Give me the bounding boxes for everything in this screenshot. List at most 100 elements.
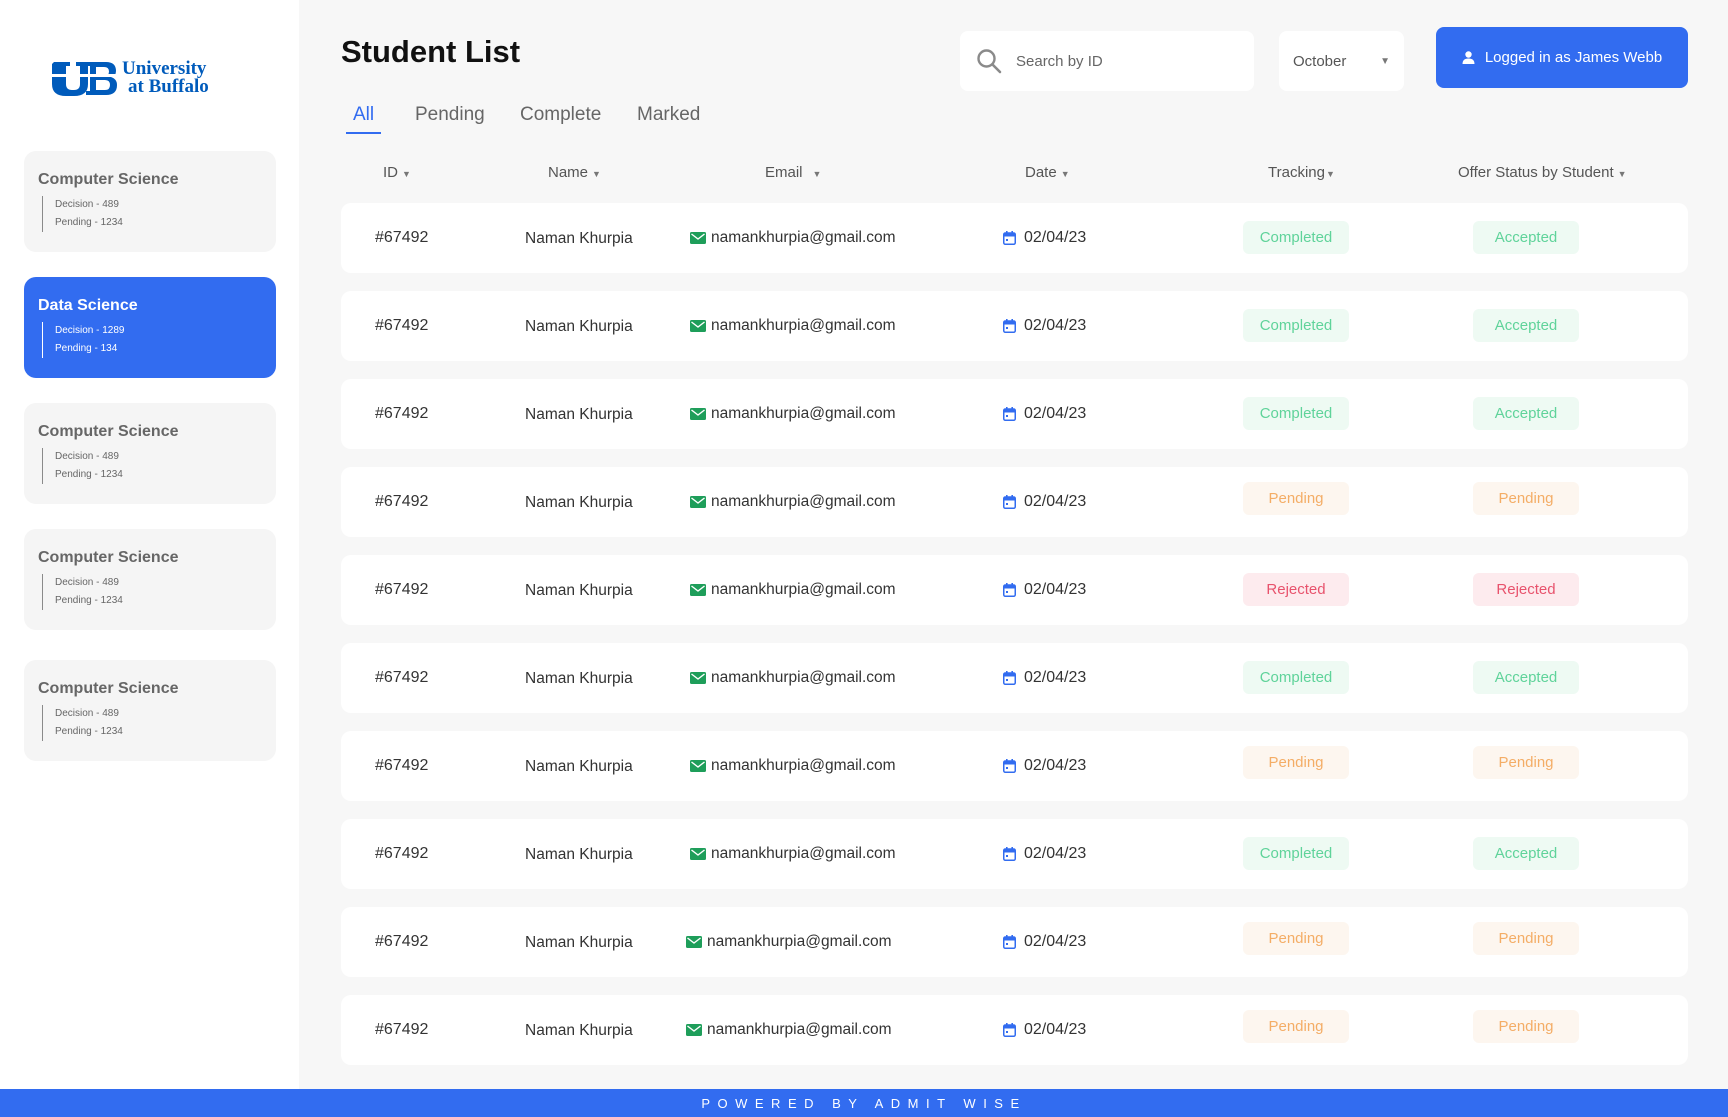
tracking-status-badge: Completed <box>1243 397 1349 430</box>
column-header-label: Email <box>765 164 803 181</box>
tracking-status-badge: Completed <box>1243 837 1349 870</box>
student-email[interactable]: namankhurpia@gmail.com <box>686 907 892 977</box>
tab-complete[interactable]: Complete <box>520 104 601 132</box>
tab-all[interactable]: All <box>346 104 382 134</box>
tracking-status-badge: Completed <box>1243 309 1349 342</box>
column-header-label: Offer Status by Student <box>1458 164 1614 181</box>
student-email[interactable]: namankhurpia@gmail.com <box>690 291 896 361</box>
footer: POWERED BY ADMIT WISE <box>0 1089 1728 1117</box>
application-date: 02/04/23 <box>1003 643 1086 713</box>
column-header-label: Date <box>1025 164 1057 181</box>
sidebar-item-computer-science[interactable]: Computer Science Decision - 489 Pending … <box>24 403 276 504</box>
offer-status-badge: Accepted <box>1473 397 1579 430</box>
application-date-text: 02/04/23 <box>1024 405 1087 422</box>
student-id: #67492 <box>375 1021 429 1038</box>
table-row[interactable]: #67492 Naman Khurpia namankhurpia@gmail.co… <box>341 467 1688 537</box>
column-header-date[interactable]: Date ▼ <box>1025 164 1070 181</box>
sidebar-item-computer-science[interactable]: Computer Science Decision - 489 Pending … <box>24 529 276 630</box>
sidebar-item-computer-science[interactable]: Computer Science Decision - 489 Pending … <box>24 660 276 761</box>
calendar-icon <box>1003 847 1016 861</box>
tracking-status-badge: Completed <box>1243 221 1349 254</box>
student-name: Naman Khurpia <box>525 318 633 335</box>
column-header-name[interactable]: Name ▼ <box>548 164 601 181</box>
ub-logo-icon <box>52 62 118 96</box>
student-email[interactable]: namankhurpia@gmail.com <box>690 731 896 801</box>
sidebar-item-data-science[interactable]: Data Science Decision - 1289 Pending - 1… <box>24 277 276 378</box>
calendar-icon <box>1003 1023 1016 1037</box>
dept-decision-count: Decision - 489 <box>55 708 119 719</box>
search-icon <box>977 49 1002 74</box>
table-row[interactable]: #67492 Naman Khurpia namankhurpia@gmail.co… <box>341 291 1688 361</box>
search-box[interactable] <box>960 31 1254 91</box>
dept-decision-count: Decision - 489 <box>55 577 119 588</box>
student-email-text: namankhurpia@gmail.com <box>711 317 896 334</box>
dept-title: Data Science <box>38 297 138 314</box>
university-logo[interactable]: University at Buffalo <box>52 58 209 98</box>
student-name: Naman Khurpia <box>525 1022 633 1039</box>
student-id: #67492 <box>375 405 429 422</box>
logged-in-label: Logged in as James Webb <box>1484 49 1663 66</box>
student-email[interactable]: namankhurpia@gmail.com <box>690 203 896 273</box>
dept-pending-count: Pending - 1234 <box>55 217 123 228</box>
student-email-text: namankhurpia@gmail.com <box>711 845 896 862</box>
dept-decision-count: Decision - 489 <box>55 199 119 210</box>
student-email[interactable]: namankhurpia@gmail.com <box>690 379 896 449</box>
student-id: #67492 <box>375 581 429 598</box>
powered-by-label: POWERED BY ADMIT WISE <box>701 1095 1027 1111</box>
dept-title: Computer Science <box>38 171 179 188</box>
table-row[interactable]: #67492 Naman Khurpia namankhurpia@gmail.co… <box>341 819 1688 889</box>
dept-pending-count: Pending - 1234 <box>55 726 123 737</box>
student-email[interactable]: namankhurpia@gmail.com <box>690 467 896 537</box>
tracking-status-badge: Pending <box>1243 922 1349 955</box>
envelope-icon <box>690 584 706 596</box>
application-date-text: 02/04/23 <box>1024 229 1087 246</box>
table-row[interactable]: #67492 Naman Khurpia namankhurpia@gmail.co… <box>341 731 1688 801</box>
student-email[interactable]: namankhurpia@gmail.com <box>690 643 896 713</box>
envelope-icon <box>690 760 706 772</box>
page-title: Student List <box>341 34 521 69</box>
column-header-tracking[interactable]: Tracking▼ <box>1268 164 1335 181</box>
student-email-text: namankhurpia@gmail.com <box>711 405 896 422</box>
offer-status-badge: Rejected <box>1473 573 1579 606</box>
sidebar: University at Buffalo Computer Science D… <box>0 0 299 1089</box>
user-icon <box>1462 51 1475 64</box>
table-row[interactable]: #67492 Naman Khurpia namankhurpia@gmail.co… <box>341 907 1688 977</box>
table-row[interactable]: #67492 Naman Khurpia namankhurpia@gmail.co… <box>341 203 1688 273</box>
tab-pending[interactable]: Pending <box>415 104 485 132</box>
table-row[interactable]: #67492 Naman Khurpia namankhurpia@gmail.co… <box>341 995 1688 1065</box>
student-email[interactable]: namankhurpia@gmail.com <box>686 995 892 1065</box>
envelope-icon <box>690 672 706 684</box>
application-date: 02/04/23 <box>1003 555 1086 625</box>
student-name: Naman Khurpia <box>525 406 633 423</box>
envelope-icon <box>686 1024 702 1036</box>
offer-status-badge: Accepted <box>1473 661 1579 694</box>
column-header-label: Name <box>548 164 589 181</box>
column-header-email[interactable]: Email ▼ <box>765 164 821 181</box>
month-select[interactable]: October ▼ <box>1279 31 1404 91</box>
calendar-icon <box>1003 671 1016 685</box>
dept-stats: Decision - 489 Pending - 1234 <box>42 448 262 484</box>
university-name: University at Buffalo <box>122 59 209 96</box>
application-date: 02/04/23 <box>1003 819 1086 889</box>
student-email[interactable]: namankhurpia@gmail.com <box>690 555 896 625</box>
tab-marked[interactable]: Marked <box>637 104 700 132</box>
application-date-text: 02/04/23 <box>1024 933 1087 950</box>
student-email[interactable]: namankhurpia@gmail.com <box>690 819 896 889</box>
tracking-status-badge: Pending <box>1243 1010 1349 1043</box>
table-row[interactable]: #67492 Naman Khurpia namankhurpia@gmail.co… <box>341 643 1688 713</box>
column-header-id[interactable]: ID ▼ <box>383 164 411 181</box>
column-header-label: ID <box>383 164 398 181</box>
application-date-text: 02/04/23 <box>1024 317 1087 334</box>
search-input[interactable] <box>1016 52 1236 70</box>
calendar-icon <box>1003 231 1016 245</box>
student-id: #67492 <box>375 669 429 686</box>
dept-decision-count: Decision - 489 <box>55 451 119 462</box>
caret-down-icon: ▼ <box>592 169 601 179</box>
logged-in-user-button[interactable]: Logged in as James Webb <box>1436 27 1688 88</box>
application-date-text: 02/04/23 <box>1024 581 1087 598</box>
sidebar-item-computer-science[interactable]: Computer Science Decision - 489 Pending … <box>24 151 276 252</box>
table-row[interactable]: #67492 Naman Khurpia namankhurpia@gmail.co… <box>341 555 1688 625</box>
dept-stats: Decision - 489 Pending - 1234 <box>42 705 262 741</box>
column-header-offer-status[interactable]: Offer Status by Student ▼ <box>1458 164 1627 181</box>
table-row[interactable]: #67492 Naman Khurpia namankhurpia@gmail.co… <box>341 379 1688 449</box>
